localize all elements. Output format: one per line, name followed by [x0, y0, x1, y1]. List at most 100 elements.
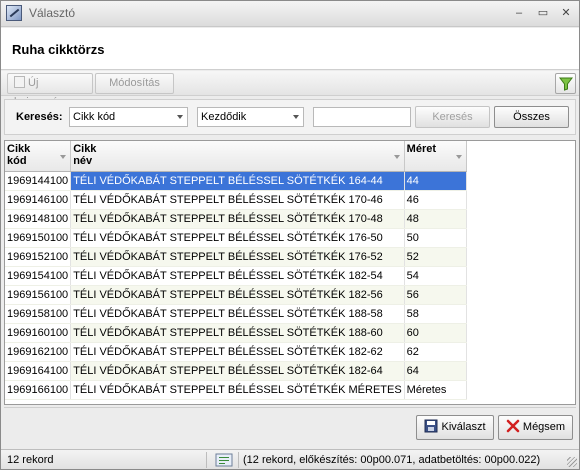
- cell-code: 1969166100: [5, 380, 72, 400]
- cell-name: TÉLI VÉDŐKABÁT STEPPELT BÉLÉSSEL SÖTÉTKÉ…: [70, 209, 405, 229]
- cell-size: 54: [404, 266, 467, 286]
- search-input[interactable]: [313, 107, 411, 127]
- sort-arrow-icon: [393, 155, 400, 159]
- cell-size: 52: [404, 247, 467, 267]
- status-separator: [238, 452, 239, 468]
- cell-size: 62: [404, 342, 467, 362]
- cancel-button-label: Mégsem: [522, 421, 566, 433]
- show-all-button-label: Összes: [513, 111, 550, 123]
- cell-name: TÉLI VÉDŐKABÁT STEPPELT BÉLÉSSEL SÖTÉTKÉ…: [70, 361, 405, 381]
- cell-name: TÉLI VÉDŐKABÁT STEPPELT BÉLÉSSEL SÖTÉTKÉ…: [70, 342, 405, 362]
- search-button[interactable]: Keresés: [415, 106, 490, 128]
- cell-code: 1969156100: [5, 285, 72, 305]
- cell-size: 44: [404, 171, 467, 191]
- column-header-line: Méret: [406, 143, 437, 155]
- column-header-line: Cikk: [7, 143, 31, 155]
- sort-arrow-icon: [455, 155, 462, 159]
- page-title: Ruha cikktörzs: [12, 42, 105, 57]
- minimize-icon[interactable]: –: [509, 5, 529, 21]
- cell-name: TÉLI VÉDŐKABÁT STEPPELT BÉLÉSSEL SÖTÉTKÉ…: [70, 380, 405, 400]
- search-bar: Keresés: Cikk kód Kezdődik Keresés Össze…: [4, 99, 576, 135]
- column-header-line: név: [73, 155, 93, 167]
- record-count: 12 rekord: [7, 454, 54, 466]
- cell-name: TÉLI VÉDŐKABÁT STEPPELT BÉLÉSSEL SÖTÉTKÉ…: [70, 171, 405, 191]
- cell-code: 1969150100: [5, 228, 72, 248]
- cancel-x-icon: [506, 419, 520, 433]
- column-header-line: kód: [7, 155, 27, 167]
- column-header-line: Cikk: [73, 143, 97, 155]
- cell-name: TÉLI VÉDŐKABÁT STEPPELT BÉLÉSSEL SÖTÉTKÉ…: [70, 247, 405, 267]
- table-row[interactable]: 1969144100 TÉLI VÉDŐKABÁT STEPPELT BÉLÉSS…: [5, 171, 467, 191]
- column-header-size[interactable]: Méret: [404, 141, 467, 172]
- search-field-select[interactable]: Cikk kód: [69, 107, 188, 127]
- cell-size: 56: [404, 285, 467, 305]
- select-button[interactable]: Kiválaszt: [416, 415, 494, 440]
- cell-code: 1969164100: [5, 361, 72, 381]
- table-row[interactable]: 1969166100 TÉLI VÉDŐKABÁT STEPPELT BÉLÉSS…: [5, 380, 467, 400]
- cell-size: 58: [404, 304, 467, 324]
- chooser-window: Választó – ▭ ✕ Ruha cikktörzs Új bejegyz…: [0, 0, 580, 470]
- cell-size: 64: [404, 361, 467, 381]
- cell-code: 1969148100: [5, 209, 72, 229]
- search-mode-select[interactable]: Kezdődik: [197, 107, 304, 127]
- chevron-down-icon: [293, 115, 299, 119]
- show-all-button[interactable]: Összes: [494, 106, 569, 128]
- search-button-label: Keresés: [432, 111, 473, 123]
- chevron-down-icon: [177, 115, 183, 119]
- table-row[interactable]: 1969156100 TÉLI VÉDŐKABÁT STEPPELT BÉLÉSS…: [5, 285, 467, 305]
- cell-code: 1969152100: [5, 247, 72, 267]
- table-row[interactable]: 1969158100 TÉLI VÉDŐKABÁT STEPPELT BÉLÉSS…: [5, 304, 467, 324]
- cell-code: 1969154100: [5, 266, 72, 286]
- header-panel: Ruha cikktörzs: [1, 28, 579, 70]
- cell-name: TÉLI VÉDŐKABÁT STEPPELT BÉLÉSSEL SÖTÉTKÉ…: [70, 228, 405, 248]
- data-grid[interactable]: Cikk kód Cikk név Méret 1969144100 TÉLI …: [4, 140, 576, 405]
- cell-size: 60: [404, 323, 467, 343]
- grid-header-row: Cikk kód Cikk név Méret: [5, 141, 467, 172]
- cell-code: 1969144100: [5, 171, 72, 191]
- search-mode-value: Kezdődik: [201, 111, 247, 123]
- edit-label: Módosítás: [109, 77, 160, 89]
- window-title: Választó: [29, 6, 76, 20]
- table-row[interactable]: 1969148100 TÉLI VÉDŐKABÁT STEPPELT BÉLÉSS…: [5, 209, 467, 229]
- new-entry-icon: [14, 76, 25, 88]
- cancel-button[interactable]: Mégsem: [498, 415, 573, 440]
- cell-size: 46: [404, 190, 467, 210]
- select-button-label: Kiválaszt: [441, 421, 486, 433]
- table-row[interactable]: 1969162100 TÉLI VÉDŐKABÁT STEPPELT BÉLÉSS…: [5, 342, 467, 362]
- cell-name: TÉLI VÉDŐKABÁT STEPPELT BÉLÉSSEL SÖTÉTKÉ…: [70, 285, 405, 305]
- cell-size: 50: [404, 228, 467, 248]
- search-label: Keresés:: [16, 111, 63, 123]
- filter-button[interactable]: [555, 73, 576, 94]
- edit-button[interactable]: Módosítás: [95, 73, 174, 94]
- cell-name: TÉLI VÉDŐKABÁT STEPPELT BÉLÉSSEL SÖTÉTKÉ…: [70, 323, 405, 343]
- footer-bar: Kiválaszt Mégsem: [4, 407, 576, 443]
- table-row[interactable]: 1969154100 TÉLI VÉDŐKABÁT STEPPELT BÉLÉSS…: [5, 266, 467, 286]
- close-icon[interactable]: ✕: [556, 5, 576, 21]
- new-entry-button[interactable]: Új bejegyzés: [7, 73, 93, 108]
- table-row[interactable]: 1969164100 TÉLI VÉDŐKABÁT STEPPELT BÉLÉSS…: [5, 361, 467, 381]
- table-row[interactable]: 1969146100 TÉLI VÉDŐKABÁT STEPPELT BÉLÉSS…: [5, 190, 467, 210]
- table-row[interactable]: 1969160100 TÉLI VÉDŐKABÁT STEPPELT BÉLÉSS…: [5, 323, 467, 343]
- cell-name: TÉLI VÉDŐKABÁT STEPPELT BÉLÉSSEL SÖTÉTKÉ…: [70, 266, 405, 286]
- sort-arrow-icon: [60, 155, 67, 159]
- app-icon: [6, 5, 22, 21]
- cell-name: TÉLI VÉDŐKABÁT STEPPELT BÉLÉSSEL SÖTÉTKÉ…: [70, 190, 405, 210]
- search-field-value: Cikk kód: [73, 111, 116, 123]
- table-row[interactable]: 1969150100 TÉLI VÉDŐKABÁT STEPPELT BÉLÉSS…: [5, 228, 467, 248]
- column-header-name[interactable]: Cikk név: [70, 141, 405, 172]
- export-icon[interactable]: [215, 453, 233, 467]
- toolbar: Új bejegyzés Módosítás: [1, 71, 579, 108]
- column-header-code[interactable]: Cikk kód: [5, 141, 72, 172]
- status-details: (12 rekord, előkészítés: 00p00.071, adat…: [243, 454, 541, 466]
- status-bar: 12 rekord (12 rekord, előkészítés: 00p00…: [1, 449, 579, 469]
- table-row[interactable]: 1969152100 TÉLI VÉDŐKABÁT STEPPELT BÉLÉSS…: [5, 247, 467, 267]
- cell-code: 1969160100: [5, 323, 72, 343]
- maximize-icon[interactable]: ▭: [533, 5, 553, 21]
- resize-grip-icon[interactable]: [567, 457, 577, 467]
- cell-name: TÉLI VÉDŐKABÁT STEPPELT BÉLÉSSEL SÖTÉTKÉ…: [70, 304, 405, 324]
- cell-size: 48: [404, 209, 467, 229]
- grid-table: Cikk kód Cikk név Méret 1969144100 TÉLI …: [5, 141, 467, 400]
- cell-code: 1969162100: [5, 342, 72, 362]
- save-icon: [424, 419, 438, 433]
- cell-size: Méretes: [404, 380, 467, 400]
